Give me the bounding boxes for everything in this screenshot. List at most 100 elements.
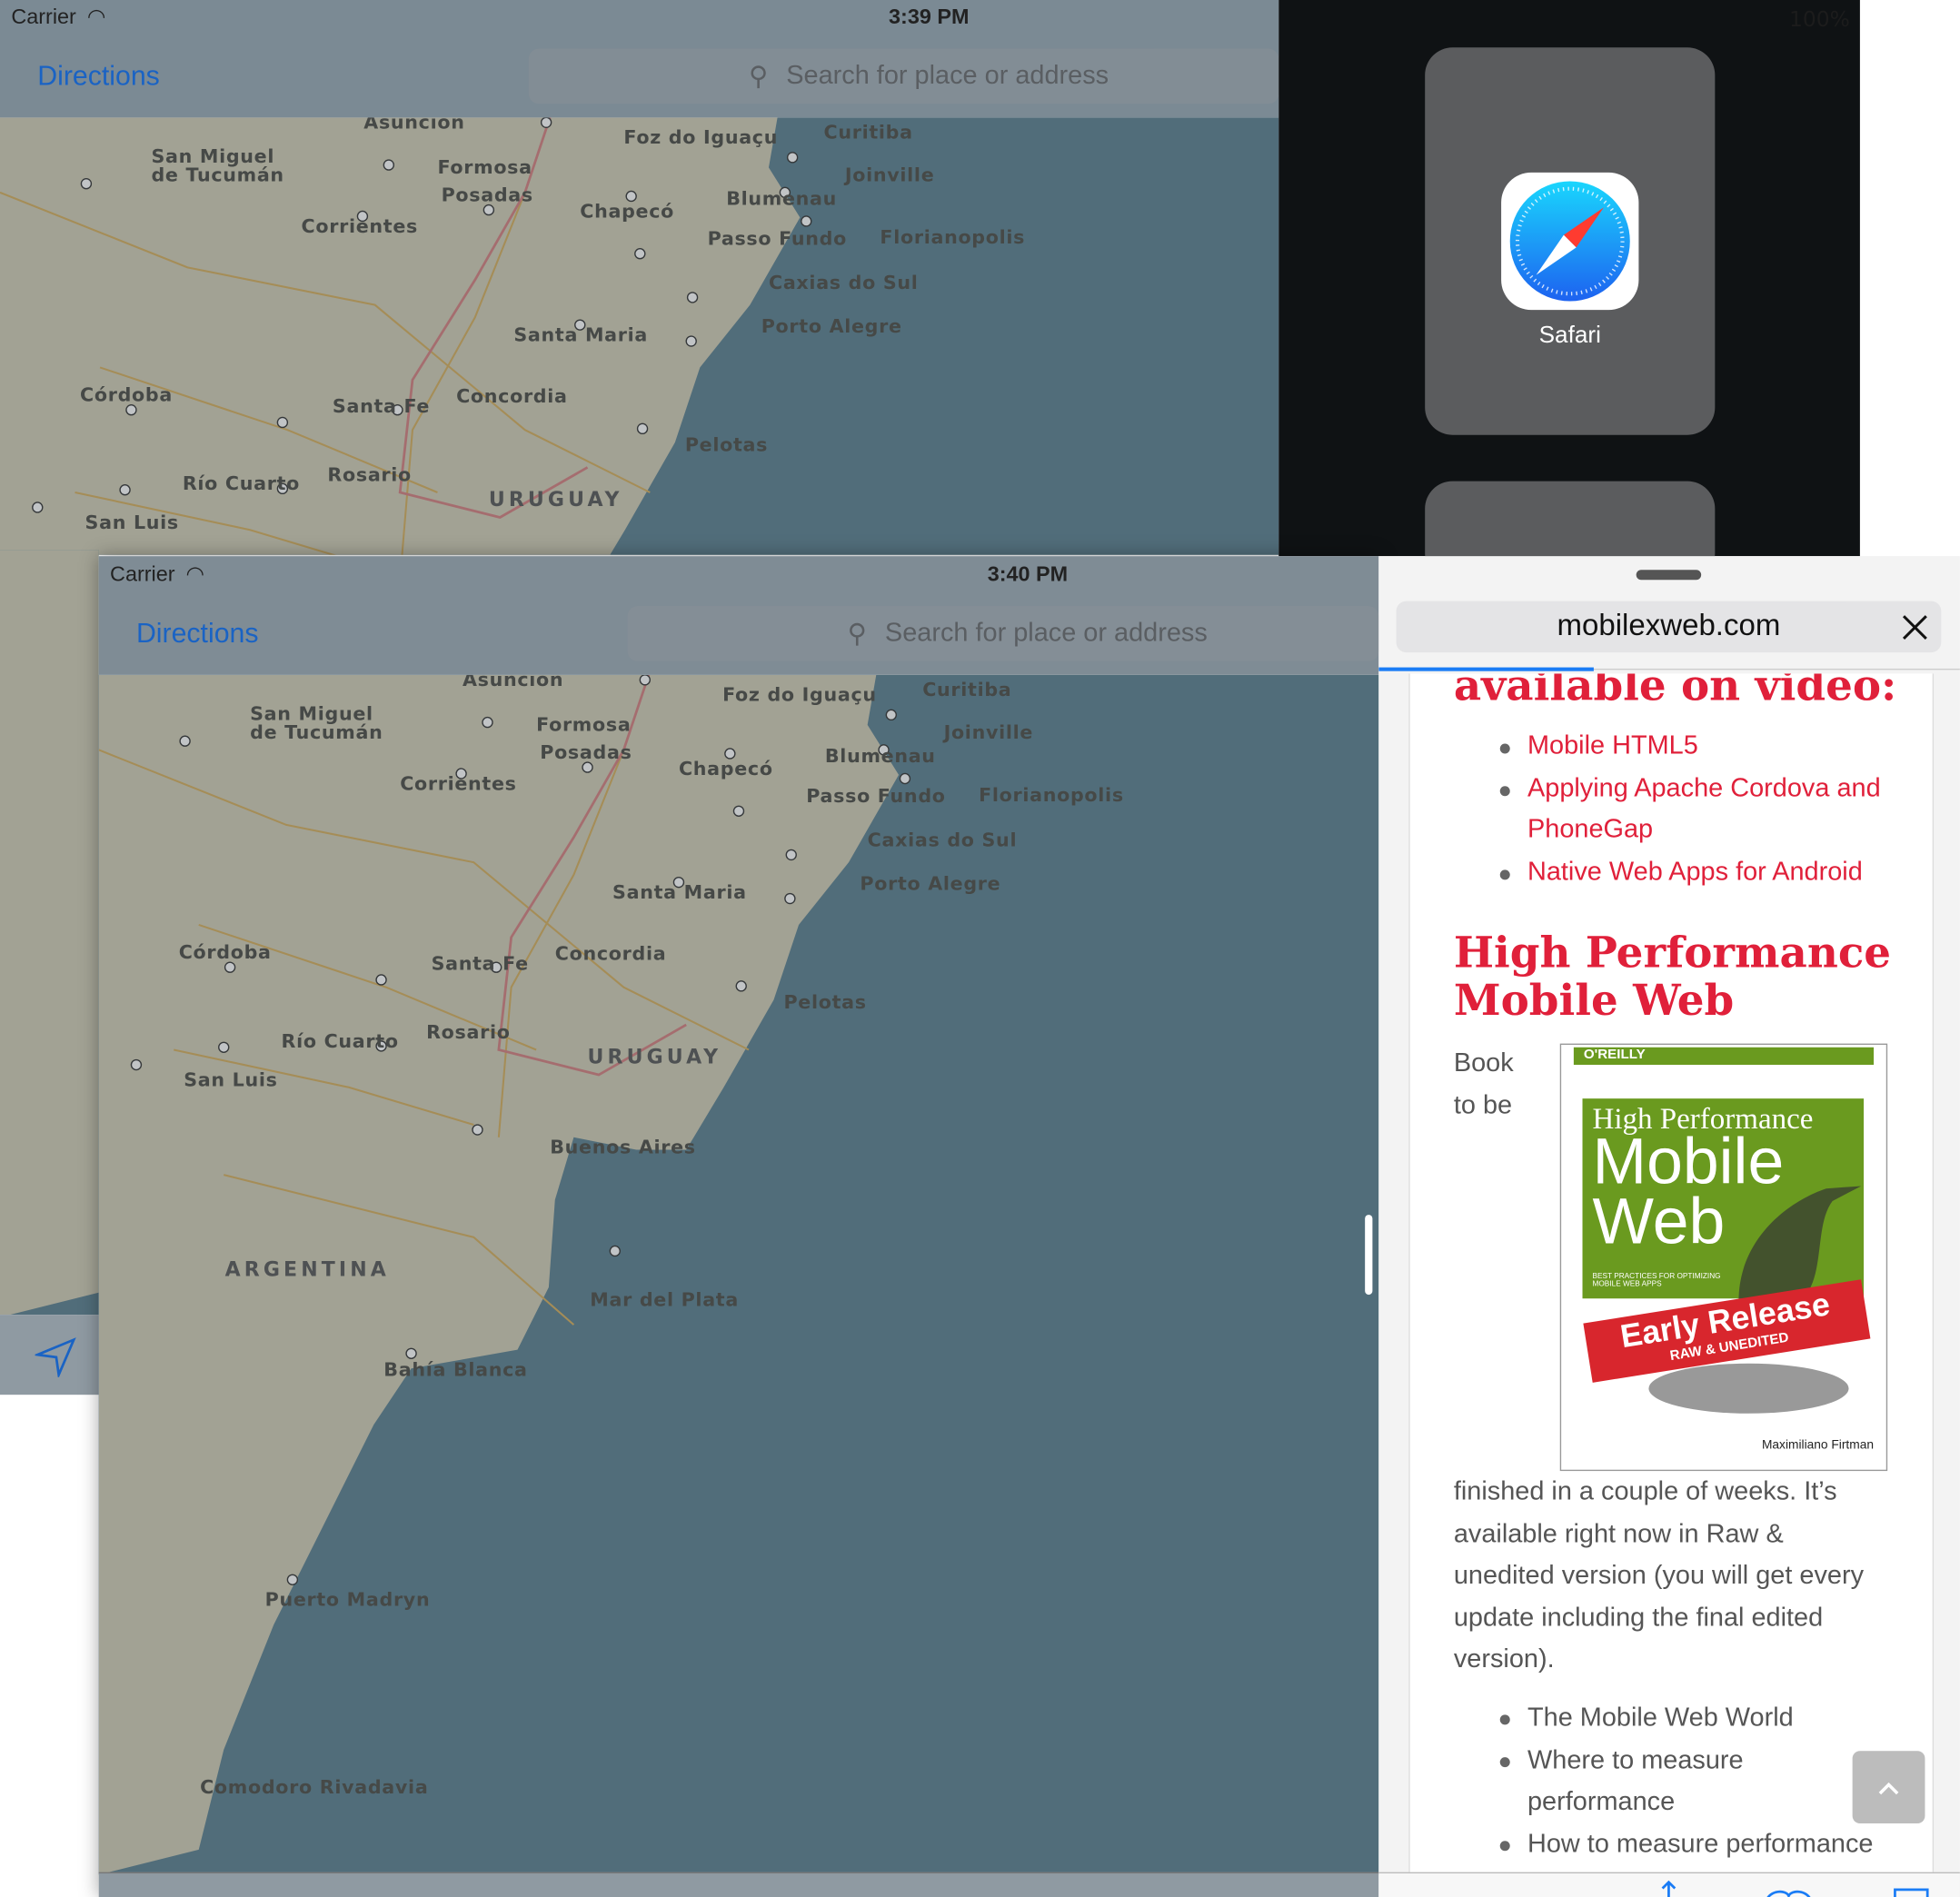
web-content[interactable]: available on video: Mobile HTML5 Applyin… — [1408, 673, 1935, 1880]
city-marker[interactable] — [785, 849, 797, 861]
close-icon[interactable] — [1901, 613, 1928, 641]
city-marker[interactable] — [218, 1041, 230, 1053]
link-mobile-html5[interactable]: Mobile HTML5 — [1527, 725, 1698, 767]
city-marker[interactable] — [540, 117, 552, 128]
share-icon[interactable] — [1657, 1880, 1682, 1897]
city-marker[interactable] — [405, 1347, 417, 1359]
map-label[interactable]: Córdoba — [80, 383, 173, 406]
city-marker[interactable] — [383, 159, 395, 171]
map-label[interactable]: Passo Fundo — [708, 227, 847, 250]
map-label[interactable]: Curitiba — [922, 679, 1011, 701]
map-label[interactable]: Concordia — [456, 385, 568, 408]
city-marker[interactable] — [80, 178, 93, 190]
book-cover-image[interactable]: O'REILLY High Performance Mobile Web BES… — [1559, 1043, 1888, 1472]
map-label[interactable]: URUGUAY — [588, 1045, 722, 1068]
map-label[interactable]: Passo Fundo — [806, 785, 945, 808]
map-label[interactable]: Formosa — [437, 156, 532, 179]
city-marker[interactable] — [472, 1124, 483, 1136]
scroll-to-top-button[interactable] — [1852, 1751, 1925, 1824]
link-apache-cordova[interactable]: Applying Apache Cordova and — [1527, 768, 1881, 809]
map-label[interactable]: Córdoba — [179, 941, 272, 964]
city-marker[interactable] — [609, 1245, 621, 1257]
city-marker[interactable] — [685, 335, 697, 347]
map-label[interactable]: Foz do Iguaçu — [623, 126, 778, 149]
city-marker[interactable] — [735, 980, 747, 992]
city-marker[interactable] — [375, 974, 387, 986]
city-marker[interactable] — [224, 961, 236, 973]
map-label[interactable]: Caxias do Sul — [868, 829, 1018, 851]
map-label[interactable]: Santa Maria — [612, 881, 747, 904]
map-label[interactable]: Blumenau — [825, 745, 936, 768]
map-label[interactable]: Foz do Iguaçu — [722, 683, 877, 706]
tabs-icon[interactable] — [1894, 1888, 1931, 1897]
map-label[interactable]: Posadas — [540, 741, 632, 764]
background-map[interactable]: Asunción San Miguel de Tucumán Formosa Posad… — [0, 117, 1279, 555]
background-map-strip[interactable]: AsunciónSan Miguelde TucumánFormosaPosad… — [0, 550, 99, 1316]
map-label[interactable]: Florianopolis — [880, 226, 1025, 249]
directions-button[interactable]: Directions — [37, 60, 160, 93]
map-label[interactable]: Florianopolis — [979, 784, 1124, 807]
map-label[interactable]: Caxias do Sul — [769, 272, 919, 294]
map-label[interactable]: Río Cuarto — [282, 1029, 399, 1052]
location-arrow-icon[interactable] — [35, 1337, 78, 1377]
city-marker[interactable] — [732, 805, 745, 817]
map-label[interactable]: Porto Alegre — [860, 872, 1000, 895]
map-label[interactable]: Comodoro Rivadavia — [200, 1776, 428, 1799]
map-label[interactable]: Santa Fe — [432, 952, 529, 975]
city-marker[interactable] — [801, 215, 812, 227]
city-marker[interactable] — [784, 892, 796, 905]
city-marker[interactable] — [686, 292, 699, 303]
bookmarks-icon[interactable] — [1764, 1889, 1814, 1897]
map-label[interactable]: Bahía Blanca — [383, 1358, 527, 1381]
city-marker[interactable] — [885, 709, 897, 721]
map-label[interactable]: Pelotas — [784, 991, 867, 1014]
map-label[interactable]: Formosa — [536, 713, 631, 736]
city-marker[interactable] — [786, 152, 799, 164]
map-label[interactable]: San Luis — [85, 511, 179, 534]
search-input[interactable]: Search for place or address ⚲ — [528, 48, 1279, 104]
link-native-web-apps[interactable]: Native Web Apps for Android — [1527, 851, 1863, 893]
map-label[interactable]: Ponta Grossa — [761, 675, 910, 679]
map-label[interactable]: Joinville — [845, 164, 934, 186]
map-label[interactable]: Asunción — [363, 117, 464, 134]
city-marker[interactable] — [130, 1058, 143, 1071]
split-view-divider-handle[interactable] — [1365, 1215, 1373, 1296]
map-label[interactable]: Posadas — [442, 184, 533, 206]
map-label[interactable]: Rosario — [426, 1021, 511, 1044]
map-label[interactable]: San Luis — [184, 1068, 277, 1091]
map-label[interactable]: Porto Alegre — [761, 315, 902, 338]
map-label[interactable]: Concordia — [555, 942, 667, 965]
city-marker[interactable] — [634, 248, 646, 260]
map-label[interactable]: Chapecó — [580, 200, 674, 223]
map-label[interactable]: Pelotas — [685, 433, 768, 456]
map-label[interactable]: Joinville — [944, 721, 1033, 744]
map-label[interactable]: de Tucumán — [151, 164, 284, 186]
map-label[interactable]: Puerto Madryn — [265, 1588, 431, 1611]
map-label[interactable]: Asunción — [463, 675, 563, 691]
switcher-app-card-safari[interactable]: Safari — [1425, 47, 1716, 435]
city-marker[interactable] — [639, 674, 651, 686]
map-label[interactable]: URUGUAY — [489, 487, 623, 511]
link-apache-cordova-cont[interactable]: PhoneGap — [1527, 809, 1653, 850]
map-label[interactable]: Corrientes — [400, 772, 516, 795]
search-input[interactable]: Search for place or address ⚲ — [627, 606, 1379, 661]
map-label[interactable]: Corrientes — [302, 215, 418, 238]
city-marker[interactable] — [286, 1574, 299, 1585]
url-bar[interactable]: mobilexweb.com — [1396, 601, 1942, 653]
city-marker[interactable] — [483, 204, 495, 216]
map-label[interactable]: Blumenau — [726, 187, 837, 210]
city-marker[interactable] — [899, 772, 911, 785]
grabber-handle[interactable] — [1636, 570, 1702, 581]
map-label[interactable]: Chapecó — [679, 758, 773, 780]
city-marker[interactable] — [119, 484, 131, 496]
city-marker[interactable] — [636, 422, 649, 435]
map-label[interactable]: Río Cuarto — [183, 472, 300, 495]
map-label[interactable]: Santa Fe — [333, 395, 430, 418]
map-label[interactable]: de Tucumán — [250, 721, 383, 744]
city-marker[interactable] — [482, 716, 493, 729]
map-label[interactable]: Ponta Grossa — [662, 117, 811, 121]
city-marker[interactable] — [582, 761, 593, 773]
map-label[interactable]: ARGENTINA — [225, 1257, 390, 1281]
map-label[interactable]: Buenos Aires — [550, 1136, 695, 1158]
map-label[interactable]: Rosario — [327, 463, 412, 486]
